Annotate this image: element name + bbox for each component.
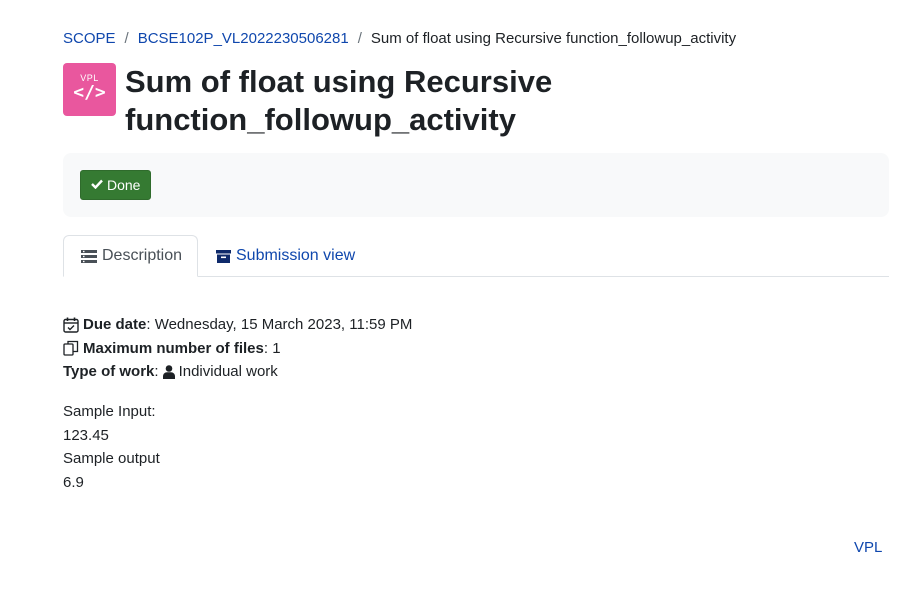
work-type-separator: : xyxy=(154,363,159,380)
description-line: Sample Input: xyxy=(63,403,156,420)
description-line: 123.45 xyxy=(63,426,109,444)
breadcrumb-current: Sum of float using Recursive function_fo… xyxy=(370,30,737,47)
breadcrumb-separator: / xyxy=(124,30,129,47)
tab-description[interactable]: Description xyxy=(63,235,198,277)
work-type-row: Type of work : Individual work xyxy=(63,360,412,384)
work-type-value: Individual work xyxy=(178,363,278,380)
description-line: 6.9 xyxy=(63,473,84,491)
check-icon xyxy=(91,178,103,192)
activity-description: Sample Input: 123.45 Sample output 6.9 xyxy=(63,400,160,494)
breadcrumb: SCOPE / BCSE102P_VL2022230506281 / Sum o… xyxy=(63,30,736,47)
due-date-label: Due date xyxy=(83,316,147,333)
due-date-row: Due date : Wednesday, 15 March 2023, 11:… xyxy=(63,313,412,337)
activity-dates: Due date : Wednesday, 15 March 2023, 11:… xyxy=(63,313,412,384)
completion-panel: Done xyxy=(63,153,889,217)
breadcrumb-course-link[interactable]: BCSE102P_VL2022230506281 xyxy=(138,30,349,47)
vpl-footer-link[interactable]: VPL xyxy=(854,539,882,556)
done-label: Done xyxy=(107,177,141,193)
done-button[interactable]: Done xyxy=(80,170,152,200)
description-line: Sample output xyxy=(63,450,160,467)
max-files-label: Maximum number of files xyxy=(83,339,264,357)
max-files-row: Maximum number of files : 1 xyxy=(63,337,412,361)
tab-bar: Description Submission view xyxy=(63,235,889,277)
page-title: Sum of float using Recursive function_fo… xyxy=(125,64,553,137)
work-type-label: Type of work xyxy=(63,363,155,380)
tab-description-label: Description xyxy=(102,247,183,264)
calendar-check-icon xyxy=(63,317,79,333)
breadcrumb-separator: / xyxy=(357,30,362,47)
due-date-value: : Wednesday, 15 March 2023, 11:59 PM xyxy=(146,316,413,333)
copy-icon xyxy=(63,340,79,356)
tab-submission-view-label: Submission view xyxy=(236,247,356,264)
vpl-icon: VPL </> xyxy=(63,63,116,116)
breadcrumb-scope-link[interactable]: SCOPE xyxy=(63,30,116,47)
list-icon xyxy=(81,249,97,263)
code-icon: </> xyxy=(73,82,106,103)
archive-icon xyxy=(216,249,231,263)
tab-submission-view[interactable]: Submission view xyxy=(216,235,355,277)
max-files-value: : 1 xyxy=(263,339,281,357)
user-icon xyxy=(162,364,175,379)
page-header: VPL </> Sum of float using Recursive fun… xyxy=(63,63,645,139)
